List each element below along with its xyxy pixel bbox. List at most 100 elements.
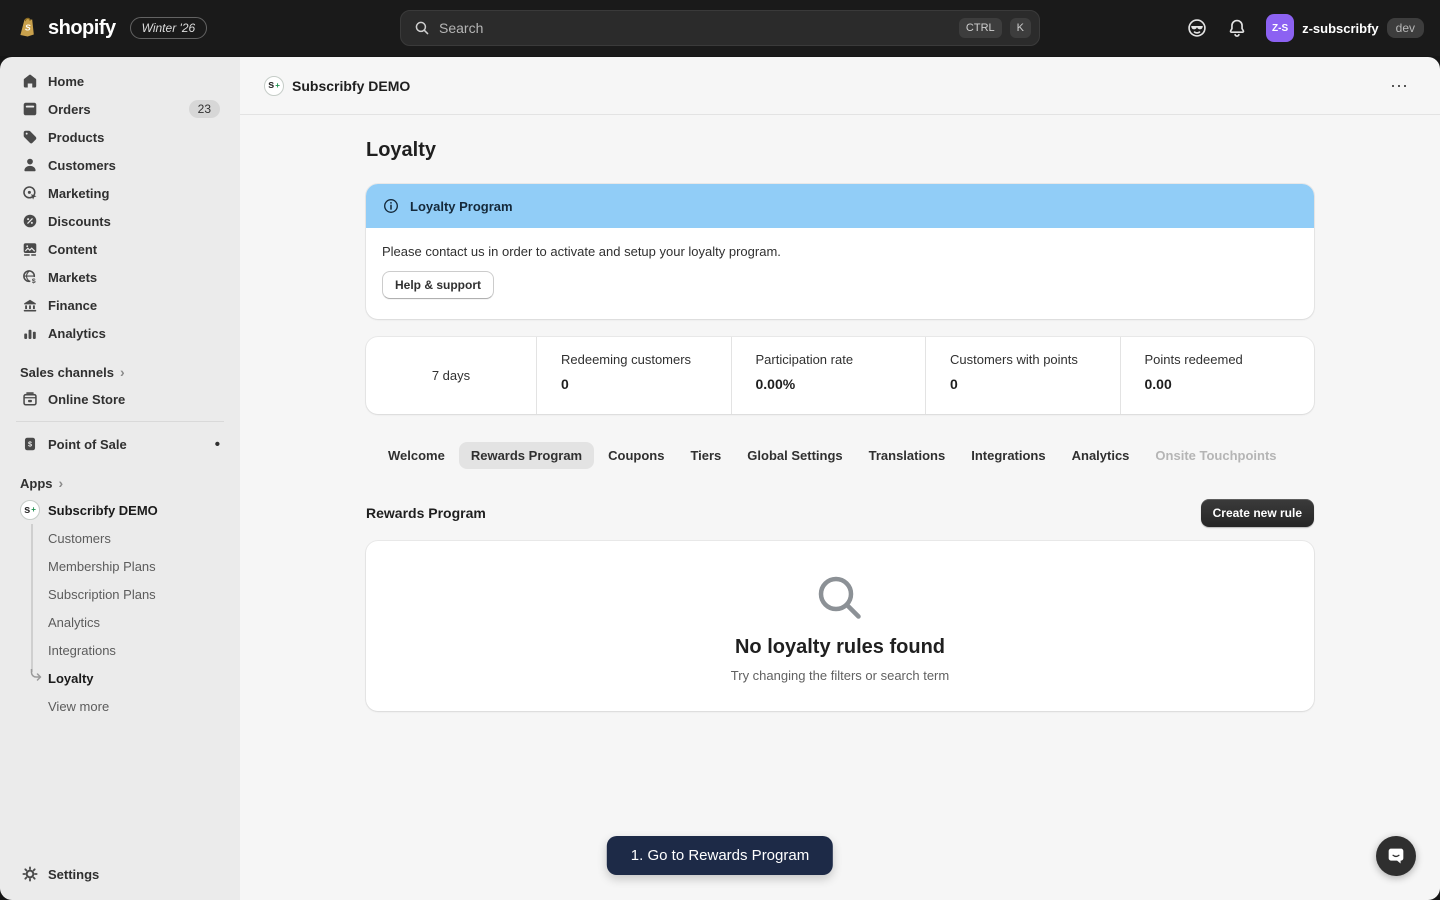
sidebar-item-point-of-sale[interactable]: $ Point of Sale • <box>10 430 230 458</box>
sidebar-item-subscription-plans[interactable]: Subscription Plans <box>0 580 240 608</box>
search-input[interactable] <box>439 20 951 36</box>
empty-state-subtitle: Try changing the filters or search term <box>731 668 949 683</box>
marketing-target-icon <box>20 184 40 202</box>
analytics-bars-icon <box>20 324 40 342</box>
empty-state-card: No loyalty rules found Try changing the … <box>366 541 1314 711</box>
dev-mode-icon[interactable] <box>1186 17 1208 39</box>
tab-integrations[interactable]: Integrations <box>959 442 1057 469</box>
global-search[interactable]: CTRL K <box>400 10 1040 46</box>
tab-tiers[interactable]: Tiers <box>678 442 733 469</box>
search-empty-icon <box>812 570 868 626</box>
tab-translations[interactable]: Translations <box>857 442 958 469</box>
branch-arrow-icon <box>28 669 43 687</box>
sidebar-item-marketing[interactable]: Marketing <box>10 179 230 207</box>
store-avatar: Z-S <box>1266 14 1294 42</box>
home-icon <box>20 72 40 90</box>
content-image-icon <box>20 240 40 258</box>
customers-icon <box>20 156 40 174</box>
subscribfy-app-icon: s+ <box>20 500 40 520</box>
pos-indicator-dot: • <box>215 436 220 453</box>
sidebar: Home Orders 23 Products Customers Market… <box>0 57 240 900</box>
sidebar-label: Markets <box>48 270 97 285</box>
info-icon <box>382 197 400 215</box>
sidebar-item-customers[interactable]: Customers <box>10 151 230 179</box>
create-new-rule-button[interactable]: Create new rule <box>1201 499 1314 527</box>
orders-icon <box>20 100 40 118</box>
finance-bank-icon <box>20 296 40 314</box>
more-actions-icon[interactable]: ⋯ <box>1382 73 1416 99</box>
guide-step-tooltip: 1. Go to Rewards Program <box>607 836 833 875</box>
apps-header[interactable]: Apps › <box>0 470 240 496</box>
sidebar-item-discounts[interactable]: Discounts <box>10 207 230 235</box>
chat-launcher-button[interactable] <box>1376 836 1416 876</box>
stat-redeeming-customers: Redeeming customers 0 <box>536 337 731 414</box>
stats-card: 7 days Redeeming customers 0 Participati… <box>366 337 1314 414</box>
tab-analytics[interactable]: Analytics <box>1060 442 1142 469</box>
shopify-wordmark: shopify <box>48 17 116 40</box>
sidebar-item-orders[interactable]: Orders 23 <box>10 95 230 123</box>
rewards-program-section-header: Rewards Program Create new rule <box>366 499 1314 527</box>
products-tag-icon <box>20 128 40 146</box>
topbar: S shopify Winter '26 CTRL K Z-S z-subs <box>0 0 1440 56</box>
page-title: Loyalty <box>366 139 1314 162</box>
discounts-percent-icon <box>20 212 40 230</box>
svg-text:$: $ <box>28 439 32 448</box>
store-name: z-subscribfy <box>1302 21 1379 36</box>
tab-welcome[interactable]: Welcome <box>376 442 457 469</box>
dev-badge: dev <box>1387 18 1424 38</box>
point-of-sale-icon: $ <box>20 435 40 453</box>
banner-header: Loyalty Program <box>366 184 1314 228</box>
sidebar-item-membership-plans[interactable]: Membership Plans <box>0 552 240 580</box>
sidebar-item-loyalty[interactable]: Loyalty <box>0 664 240 692</box>
banner-message: Please contact us in order to activate a… <box>382 244 1298 259</box>
sidebar-label: Home <box>48 74 84 89</box>
empty-state-title: No loyalty rules found <box>735 636 945 659</box>
sidebar-item-online-store[interactable]: Online Store <box>10 385 230 413</box>
sidebar-item-app-integrations[interactable]: Integrations <box>0 636 240 664</box>
sales-channels-header[interactable]: Sales channels › <box>0 359 240 385</box>
sidebar-label: Discounts <box>48 214 111 229</box>
help-support-button[interactable]: Help & support <box>382 271 494 299</box>
sidebar-item-subscribfy-app[interactable]: s+ Subscribfy DEMO <box>10 496 230 524</box>
account-menu[interactable]: Z-S z-subscribfy dev <box>1266 14 1424 42</box>
stat-customers-with-points: Customers with points 0 <box>925 337 1120 414</box>
search-icon <box>413 19 431 37</box>
sidebar-label: Content <box>48 242 97 257</box>
sidebar-item-finance[interactable]: Finance <box>10 291 230 319</box>
sidebar-item-app-analytics[interactable]: Analytics <box>0 608 240 636</box>
tab-global-settings[interactable]: Global Settings <box>735 442 854 469</box>
tab-coupons[interactable]: Coupons <box>596 442 676 469</box>
svg-text:S: S <box>25 23 31 33</box>
sidebar-divider <box>16 421 224 422</box>
sidebar-item-analytics[interactable]: Analytics <box>10 319 230 347</box>
sidebar-item-view-more[interactable]: View more <box>0 692 240 720</box>
sidebar-item-products[interactable]: Products <box>10 123 230 151</box>
sidebar-item-markets[interactable]: $ Markets <box>10 263 230 291</box>
edition-badge[interactable]: Winter '26 <box>130 17 208 39</box>
app-header-title: Subscribfy DEMO <box>292 78 410 94</box>
chevron-right-icon: › <box>120 364 125 380</box>
loyalty-tabs: Welcome Rewards Program Coupons Tiers Gl… <box>366 442 1314 469</box>
notifications-bell-icon[interactable] <box>1226 17 1248 39</box>
sidebar-item-app-customers[interactable]: Customers <box>0 524 240 552</box>
shopify-bag-icon: S <box>16 16 40 40</box>
sidebar-label: Subscribfy DEMO <box>48 503 158 518</box>
sidebar-item-home[interactable]: Home <box>10 67 230 95</box>
chevron-right-icon: › <box>59 475 64 491</box>
chat-bubble-icon <box>1385 845 1407 867</box>
banner-title: Loyalty Program <box>410 199 513 214</box>
orders-count-badge: 23 <box>189 100 220 118</box>
main-area: s+ Subscribfy DEMO ⋯ Loyalty Loyalty Pro… <box>240 57 1440 900</box>
app-header: s+ Subscribfy DEMO ⋯ <box>240 57 1440 115</box>
sidebar-label: Online Store <box>48 392 125 407</box>
sidebar-label: Finance <box>48 298 97 313</box>
online-store-icon <box>20 390 40 408</box>
sidebar-item-content[interactable]: Content <box>10 235 230 263</box>
shopify-logo[interactable]: S shopify Winter '26 <box>16 16 207 40</box>
stats-period: 7 days <box>366 337 536 414</box>
sidebar-item-settings[interactable]: Settings <box>10 860 230 888</box>
tab-rewards-program[interactable]: Rewards Program <box>459 442 594 469</box>
sidebar-label: Customers <box>48 158 116 173</box>
sidebar-label: Products <box>48 130 104 145</box>
shortcut-k: K <box>1010 18 1031 38</box>
